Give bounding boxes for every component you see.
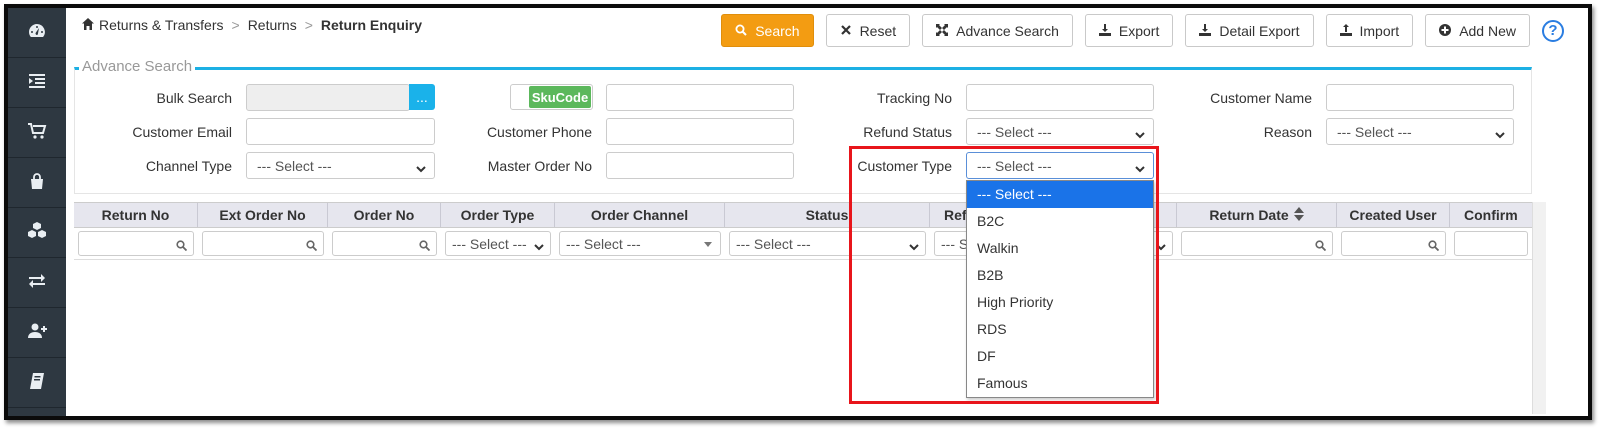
customer-type-option[interactable]: B2B [967, 262, 1153, 289]
customer-type-option[interactable]: Famous [967, 370, 1153, 397]
customer-type-option[interactable]: Walkin [967, 235, 1153, 262]
customer-type-option[interactable]: B2C [967, 208, 1153, 235]
customer-type-dropdown: --- Select --- B2C Walkin B2B High Prior… [966, 180, 1154, 398]
customer-type-option[interactable]: High Priority [967, 289, 1153, 316]
app-window: Returns & Transfers > Returns > Return E… [0, 0, 1600, 435]
customer-type-option[interactable]: DF [967, 343, 1153, 370]
screenshot-frame [4, 4, 1592, 420]
customer-type-option[interactable]: RDS [967, 316, 1153, 343]
customer-type-option[interactable]: --- Select --- [967, 181, 1153, 208]
